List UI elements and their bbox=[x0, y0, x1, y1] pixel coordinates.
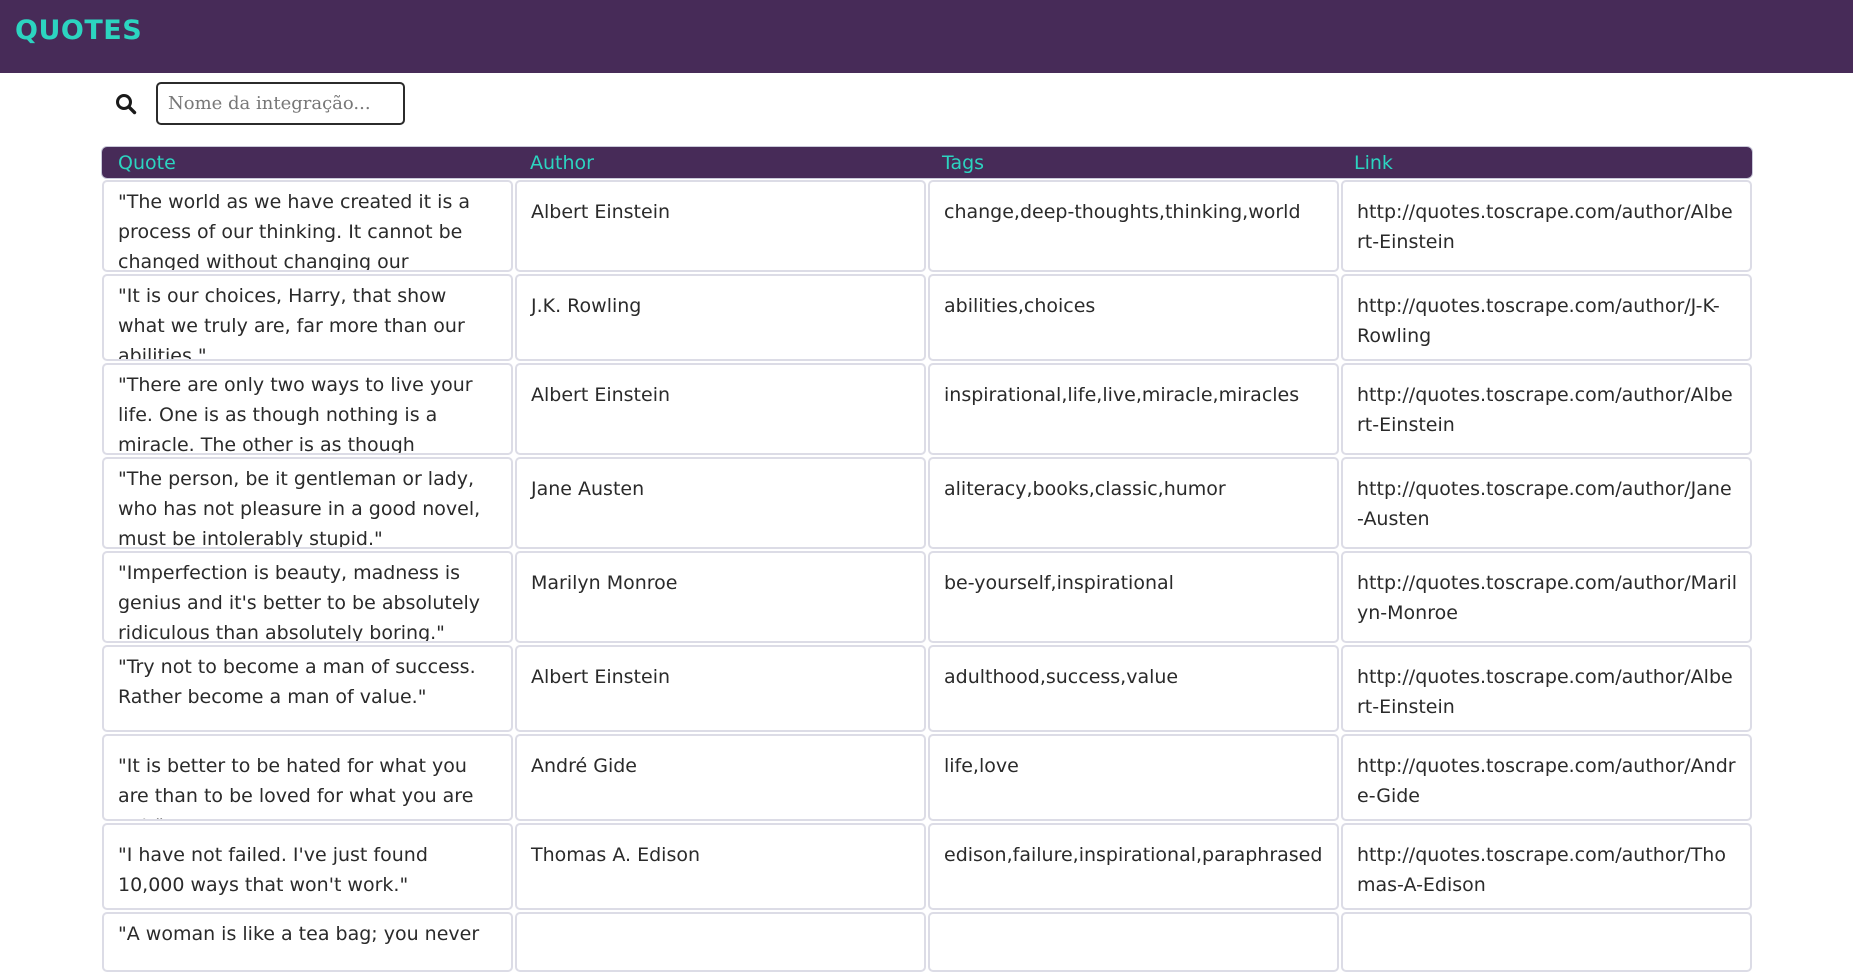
table-row: "The world as we have created it is a pr… bbox=[102, 180, 1752, 272]
link-cell[interactable]: http://quotes.toscrape.com/author/Thomas… bbox=[1341, 823, 1752, 910]
author-cell: Marilyn Monroe bbox=[515, 551, 926, 643]
header-quote[interactable]: Quote bbox=[102, 147, 514, 178]
tags-cell: life,love bbox=[928, 734, 1339, 821]
tags-cell: aliteracy,books,classic,humor bbox=[928, 457, 1339, 549]
quote-cell: "Imperfection is beauty, madness is geni… bbox=[102, 551, 513, 643]
app-title: QUOTES bbox=[15, 15, 143, 46]
tags-cell bbox=[928, 912, 1339, 972]
table-row: "It is better to be hated for what you a… bbox=[102, 734, 1752, 821]
author-cell: Albert Einstein bbox=[515, 645, 926, 732]
header-tags[interactable]: Tags bbox=[926, 147, 1338, 178]
link-cell[interactable]: http://quotes.toscrape.com/author/Albert… bbox=[1341, 645, 1752, 732]
tags-cell: abilities,choices bbox=[928, 274, 1339, 361]
link-cell[interactable]: http://quotes.toscrape.com/author/Albert… bbox=[1341, 180, 1752, 272]
link-cell[interactable]: http://quotes.toscrape.com/author/J-K-Ro… bbox=[1341, 274, 1752, 361]
quote-cell: "It is better to be hated for what you a… bbox=[102, 734, 513, 821]
table-row: "There are only two ways to live your li… bbox=[102, 363, 1752, 455]
link-cell[interactable]: http://quotes.toscrape.com/author/Jane-A… bbox=[1341, 457, 1752, 549]
author-cell: Jane Austen bbox=[515, 457, 926, 549]
author-cell bbox=[515, 912, 926, 972]
quote-cell: "A woman is like a tea bag; you never bbox=[102, 912, 513, 972]
link-cell[interactable]: http://quotes.toscrape.com/author/Andre-… bbox=[1341, 734, 1752, 821]
search-icon[interactable] bbox=[115, 93, 137, 115]
search-bar bbox=[115, 82, 405, 125]
search-input[interactable] bbox=[156, 82, 405, 125]
header-link[interactable]: Link bbox=[1338, 147, 1750, 178]
table-row: "Try not to become a man of success. Rat… bbox=[102, 645, 1752, 732]
link-cell[interactable]: http://quotes.toscrape.com/author/Albert… bbox=[1341, 363, 1752, 455]
table-row: "A woman is like a tea bag; you never bbox=[102, 912, 1752, 972]
table-header: Quote Author Tags Link bbox=[102, 147, 1752, 178]
quote-cell: "Try not to become a man of success. Rat… bbox=[102, 645, 513, 732]
author-cell: Albert Einstein bbox=[515, 180, 926, 272]
tags-cell: edison,failure,inspirational,paraphrased bbox=[928, 823, 1339, 910]
author-cell: Thomas A. Edison bbox=[515, 823, 926, 910]
table-row: "The person, be it gentleman or lady, wh… bbox=[102, 457, 1752, 549]
tags-cell: inspirational,life,live,miracle,miracles bbox=[928, 363, 1339, 455]
quote-cell: "There are only two ways to live your li… bbox=[102, 363, 513, 455]
tags-cell: be-yourself,inspirational bbox=[928, 551, 1339, 643]
link-cell[interactable]: http://quotes.toscrape.com/author/Marily… bbox=[1341, 551, 1752, 643]
top-bar: QUOTES bbox=[0, 0, 1853, 73]
quotes-table: Quote Author Tags Link "The world as we … bbox=[102, 147, 1752, 972]
quote-cell: "It is our choices, Harry, that show wha… bbox=[102, 274, 513, 361]
tags-cell: adulthood,success,value bbox=[928, 645, 1339, 732]
table-row: "I have not failed. I've just found 10,0… bbox=[102, 823, 1752, 910]
header-author[interactable]: Author bbox=[514, 147, 926, 178]
quote-cell: "The person, be it gentleman or lady, wh… bbox=[102, 457, 513, 549]
table-row: "It is our choices, Harry, that show wha… bbox=[102, 274, 1752, 361]
tags-cell: change,deep-thoughts,thinking,world bbox=[928, 180, 1339, 272]
author-cell: Albert Einstein bbox=[515, 363, 926, 455]
link-cell[interactable] bbox=[1341, 912, 1752, 972]
quote-cell: "I have not failed. I've just found 10,0… bbox=[102, 823, 513, 910]
table-row: "Imperfection is beauty, madness is geni… bbox=[102, 551, 1752, 643]
quote-cell: "The world as we have created it is a pr… bbox=[102, 180, 513, 272]
author-cell: André Gide bbox=[515, 734, 926, 821]
author-cell: J.K. Rowling bbox=[515, 274, 926, 361]
